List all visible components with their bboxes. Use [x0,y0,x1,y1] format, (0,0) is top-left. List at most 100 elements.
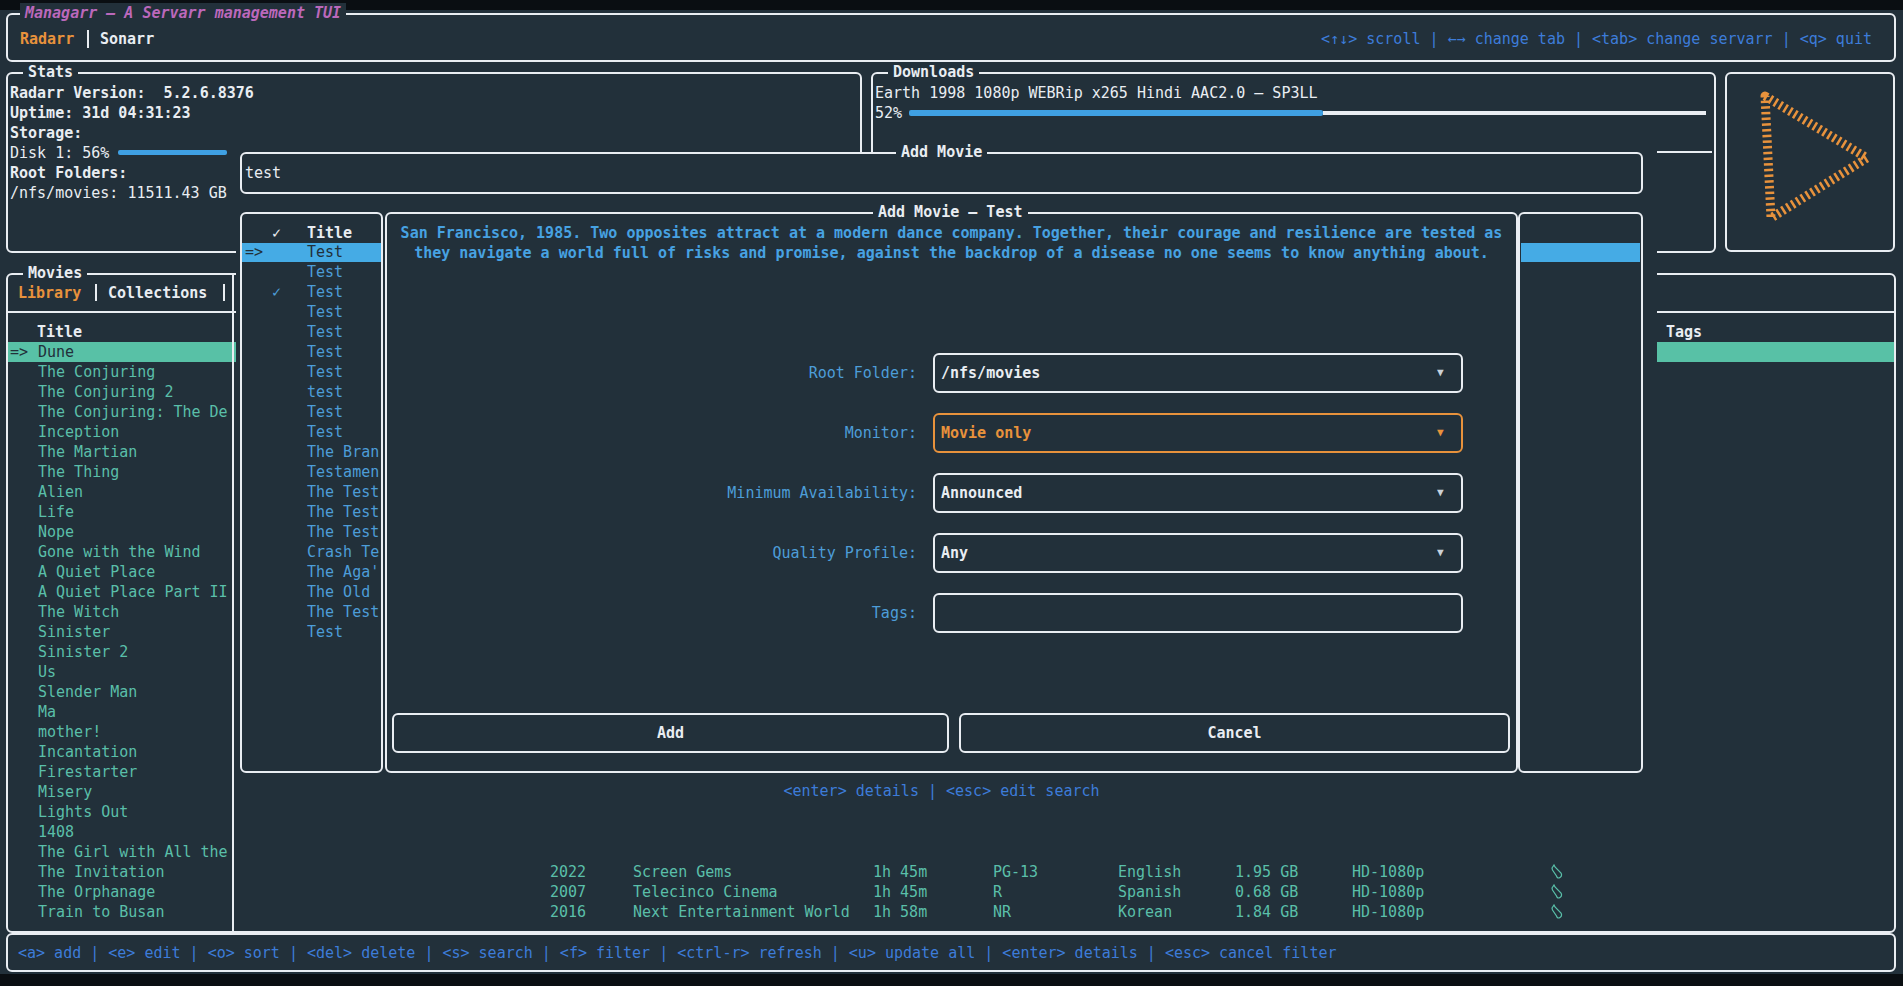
field-dropdown[interactable] [933,533,1463,573]
stats-row: Radarr Version: 5.2.6.8376 [10,83,254,103]
stats-title: Stats [23,62,78,82]
movie-language: English [1118,862,1181,882]
terminal-edge-bottom [0,974,1903,986]
result-row[interactable]: Testamen [307,462,379,482]
movie-row[interactable]: The Orphanage2007Telecinco Cinema1h 45mR… [8,882,1894,902]
stats-row: Disk 1: 56% [10,143,109,163]
movie-title: Alien [38,482,83,502]
movie-title: mother! [38,722,101,742]
result-row[interactable]: The Test [307,602,379,622]
movie-title: Us [38,662,56,682]
tab-sonarr[interactable]: Sonarr [100,29,154,49]
download-progress-bar [909,110,1323,116]
chevron-down-icon: ▼ [1437,425,1444,441]
field-label: Minimum Availability: [400,483,917,503]
download-item: Earth 1998 1080p WEBRip x265 Hindi AAC2.… [875,83,1318,103]
result-row[interactable]: Crash Te [307,542,379,562]
movies-title-header: Title [37,322,82,342]
movie-title: Firestarter [38,762,137,782]
result-row-prefix: => [245,242,263,262]
cancel-button-label[interactable]: Cancel [959,723,1510,743]
result-row[interactable]: The Test [307,522,379,542]
movie-runtime: 1h 58m [873,902,927,922]
movie-runtime: 1h 45m [873,882,927,902]
downloads-title: Downloads [888,62,979,82]
tab-divider [87,30,89,48]
movie-row[interactable]: The Invitation2022Screen Gems1h 45mPG-13… [8,862,1894,882]
result-row[interactable]: Test [307,262,343,282]
result-row[interactable]: Test [307,282,343,302]
movies-title: Movies [23,263,87,283]
result-row[interactable]: Test [307,302,343,322]
managarr-play-logo [1725,72,1895,252]
field-value: Movie only [941,423,1031,443]
movie-title: Misery [38,782,92,802]
movie-title: Life [38,502,74,522]
movies-tab-divider-1 [95,284,97,301]
movies-tags-header: Tags [1666,322,1702,342]
edit-pencil-icon[interactable] [1549,864,1565,884]
edit-pencil-icon[interactable] [1549,884,1565,904]
managarr-tui: Managarr – A Servarr management TUI Rada… [0,0,1903,986]
result-checked-icon: ✓ [272,282,281,302]
result-row[interactable]: Test [307,362,343,382]
result-row[interactable]: Test [307,242,343,262]
movie-title: A Quiet Place Part II [38,582,228,602]
stats-row: /nfs/movies: 11511.43 GB [10,183,227,203]
movie-title: Inception [38,422,119,442]
movies-column-divider [232,275,234,931]
underlying-border-segment [1657,151,1712,153]
movie-title: The Conjuring 2 [38,382,173,402]
movie-language: Spanish [1118,882,1181,902]
search-hint-keys: <enter> details | <esc> edit search [240,781,1643,801]
field-value: Announced [941,483,1022,503]
tab-radarr[interactable]: Radarr [20,29,74,49]
movie-row[interactable]: Train to Busan 2016 Next Entertainment Wor… [8,902,1894,922]
result-row[interactable]: Test [307,342,343,362]
edit-pencil-icon[interactable] [1549,904,1565,924]
search-input-value[interactable]: test [245,163,281,183]
movie-title: Train to Busan [38,902,164,922]
result-row[interactable]: The Aga' [307,562,379,582]
result-row[interactable]: Test [307,422,343,442]
movies-tab-divider-2 [223,284,225,301]
movie-title: Nope [38,522,74,542]
download-progress-track [1323,111,1706,115]
details-popup-title: Add Movie – Test [873,202,1028,222]
field-label: Quality Profile: [400,543,917,563]
field-input[interactable] [933,593,1463,633]
top-help-keys: <↑↓> scroll | ←→ change tab | <tab> chan… [1321,29,1872,49]
movie-overview-line-1: San Francisco, 1985. Two opposites attra… [387,223,1516,243]
result-row[interactable]: The Test [307,502,379,522]
result-row[interactable]: Test [307,402,343,422]
movie-quality: HD-1080p [1352,862,1424,882]
movie-size: 0.68 GB [1235,882,1298,902]
result-row[interactable]: The Test [307,482,379,502]
movie-title: The Conjuring: The De [38,402,228,422]
field-label: Root Folder: [400,363,917,383]
movie-year: 2016 [550,902,586,922]
add-button-label[interactable]: Add [392,723,949,743]
movie-title: A Quiet Place [38,562,155,582]
movie-rating: NR [993,902,1011,922]
movie-quality: HD-1080p [1352,902,1424,922]
tab-collections[interactable]: Collections [108,283,207,303]
tab-library[interactable]: Library [18,283,81,303]
movie-title: Sinister [38,622,110,642]
field-value: /nfs/movies [941,363,1040,383]
field-value: Any [941,543,968,563]
field-label: Monitor: [400,423,917,443]
movie-title: The Orphanage [38,882,155,902]
result-row[interactable]: test [307,382,343,402]
movie-title: The Martian [38,442,137,462]
movie-title: Sinister 2 [38,642,128,662]
movie-runtime: 1h 45m [873,862,927,882]
movie-studio: Next Entertainment World [633,902,850,922]
movie-title: Slender Man [38,682,137,702]
result-row[interactable]: The Bran [307,442,379,462]
result-row[interactable]: Test [307,622,343,642]
result-row[interactable]: The Old [307,582,370,602]
stats-row: Uptime: 31d 04:31:23 [10,103,191,123]
result-row[interactable]: Test [307,322,343,342]
movie-title: The Girl with All the [38,842,228,862]
